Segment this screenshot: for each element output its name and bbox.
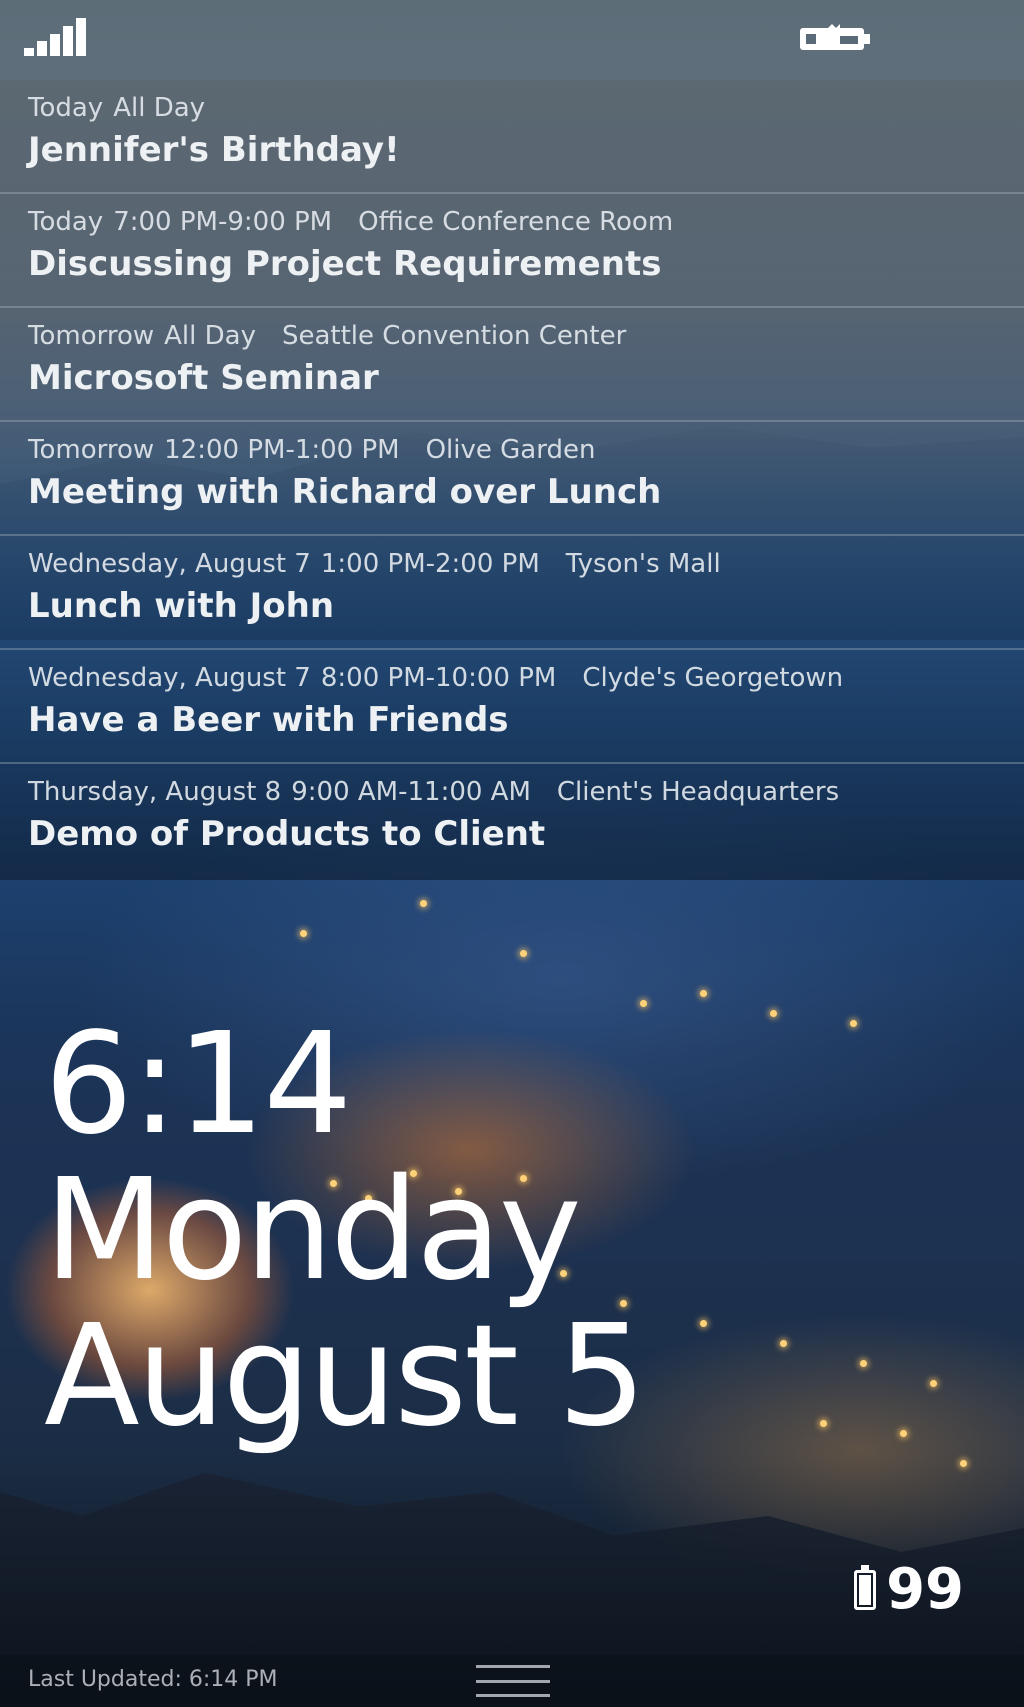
event-title: Lunch with John (28, 586, 335, 626)
battery-level: 99 (886, 1557, 964, 1622)
event-when: Today (28, 93, 104, 123)
event-when: Tomorrow (28, 321, 155, 351)
event-time: 7:00 PM-9:00 PM (113, 207, 333, 237)
calendar-agenda: Today All Day Jennifer's Birthday! Today… (0, 80, 1024, 880)
event-title: Discussing Project Requirements (28, 244, 662, 284)
agenda-event[interactable]: Today All Day Jennifer's Birthday! (0, 80, 1024, 194)
event-meta: Wednesday, August 7 8:00 PM-10:00 PM Cly… (28, 660, 1024, 696)
event-location: Office Conference Room (358, 207, 674, 237)
event-time: 8:00 PM-10:00 PM (320, 663, 557, 693)
agenda-event[interactable]: Wednesday, August 7 8:00 PM-10:00 PM Cly… (0, 650, 1024, 764)
last-updated-text: Last Updated: 6:14 PM (28, 1667, 278, 1692)
event-time: 12:00 PM-1:00 PM (164, 435, 400, 465)
event-time: All Day (113, 93, 206, 123)
event-meta: Thursday, August 8 9:00 AM-11:00 AM Clie… (28, 774, 1024, 810)
status-bar (0, 0, 1024, 80)
battery-status: 99 (854, 1560, 964, 1620)
event-time: 9:00 AM-11:00 AM (291, 777, 531, 807)
event-when: Wednesday, August 7 (28, 663, 311, 693)
clock-time: 6:14 (44, 1003, 352, 1166)
event-title: Jennifer's Birthday! (28, 130, 400, 170)
agenda-event[interactable]: Tomorrow All Day Seattle Convention Cent… (0, 308, 1024, 422)
event-location: Olive Garden (425, 435, 596, 465)
event-title: Demo of Products to Client (28, 814, 546, 854)
event-title: Microsoft Seminar (28, 358, 379, 398)
event-when: Today (28, 207, 104, 237)
event-location: Client's Headquarters (556, 777, 840, 807)
battery-icon (854, 1565, 877, 1610)
event-when: Tomorrow (28, 435, 155, 465)
lockscreen-clock: 6:14 Monday August 5 (44, 1003, 647, 1458)
event-title: Have a Beer with Friends (28, 700, 509, 740)
clock-day: Monday (44, 1149, 582, 1312)
event-location: Clyde's Georgetown (582, 663, 844, 693)
lockscreen-notification-icon (800, 24, 870, 50)
agenda-event[interactable]: Thursday, August 8 9:00 AM-11:00 AM Clie… (0, 764, 1024, 878)
event-time: All Day (164, 321, 256, 351)
agenda-event[interactable]: Tomorrow 12:00 PM-1:00 PM Olive Garden M… (0, 422, 1024, 536)
event-location: Seattle Convention Center (281, 321, 627, 351)
bottom-bar: Last Updated: 6:14 PM (0, 1655, 1024, 1707)
agenda-event[interactable]: Wednesday, August 7 1:00 PM-2:00 PM Tyso… (0, 536, 1024, 650)
agenda-event[interactable]: Today 7:00 PM-9:00 PM Office Conference … (0, 194, 1024, 308)
event-meta: Today 7:00 PM-9:00 PM Office Conference … (28, 204, 1024, 240)
event-location: Tyson's Mall (565, 549, 721, 579)
event-meta: Tomorrow All Day Seattle Convention Cent… (28, 318, 1024, 354)
event-meta: Tomorrow 12:00 PM-1:00 PM Olive Garden (28, 432, 1024, 468)
event-when: Wednesday, August 7 (28, 549, 311, 579)
event-when: Thursday, August 8 (28, 777, 282, 807)
event-title: Meeting with Richard over Lunch (28, 472, 662, 512)
event-meta: Today All Day (28, 90, 1024, 126)
drag-handle-icon[interactable] (476, 1665, 550, 1697)
event-time: 1:00 PM-2:00 PM (320, 549, 540, 579)
signal-strength-icon (24, 18, 90, 56)
battery-fill (859, 1575, 872, 1605)
clock-date: August 5 (44, 1295, 647, 1458)
event-meta: Wednesday, August 7 1:00 PM-2:00 PM Tyso… (28, 546, 1024, 582)
